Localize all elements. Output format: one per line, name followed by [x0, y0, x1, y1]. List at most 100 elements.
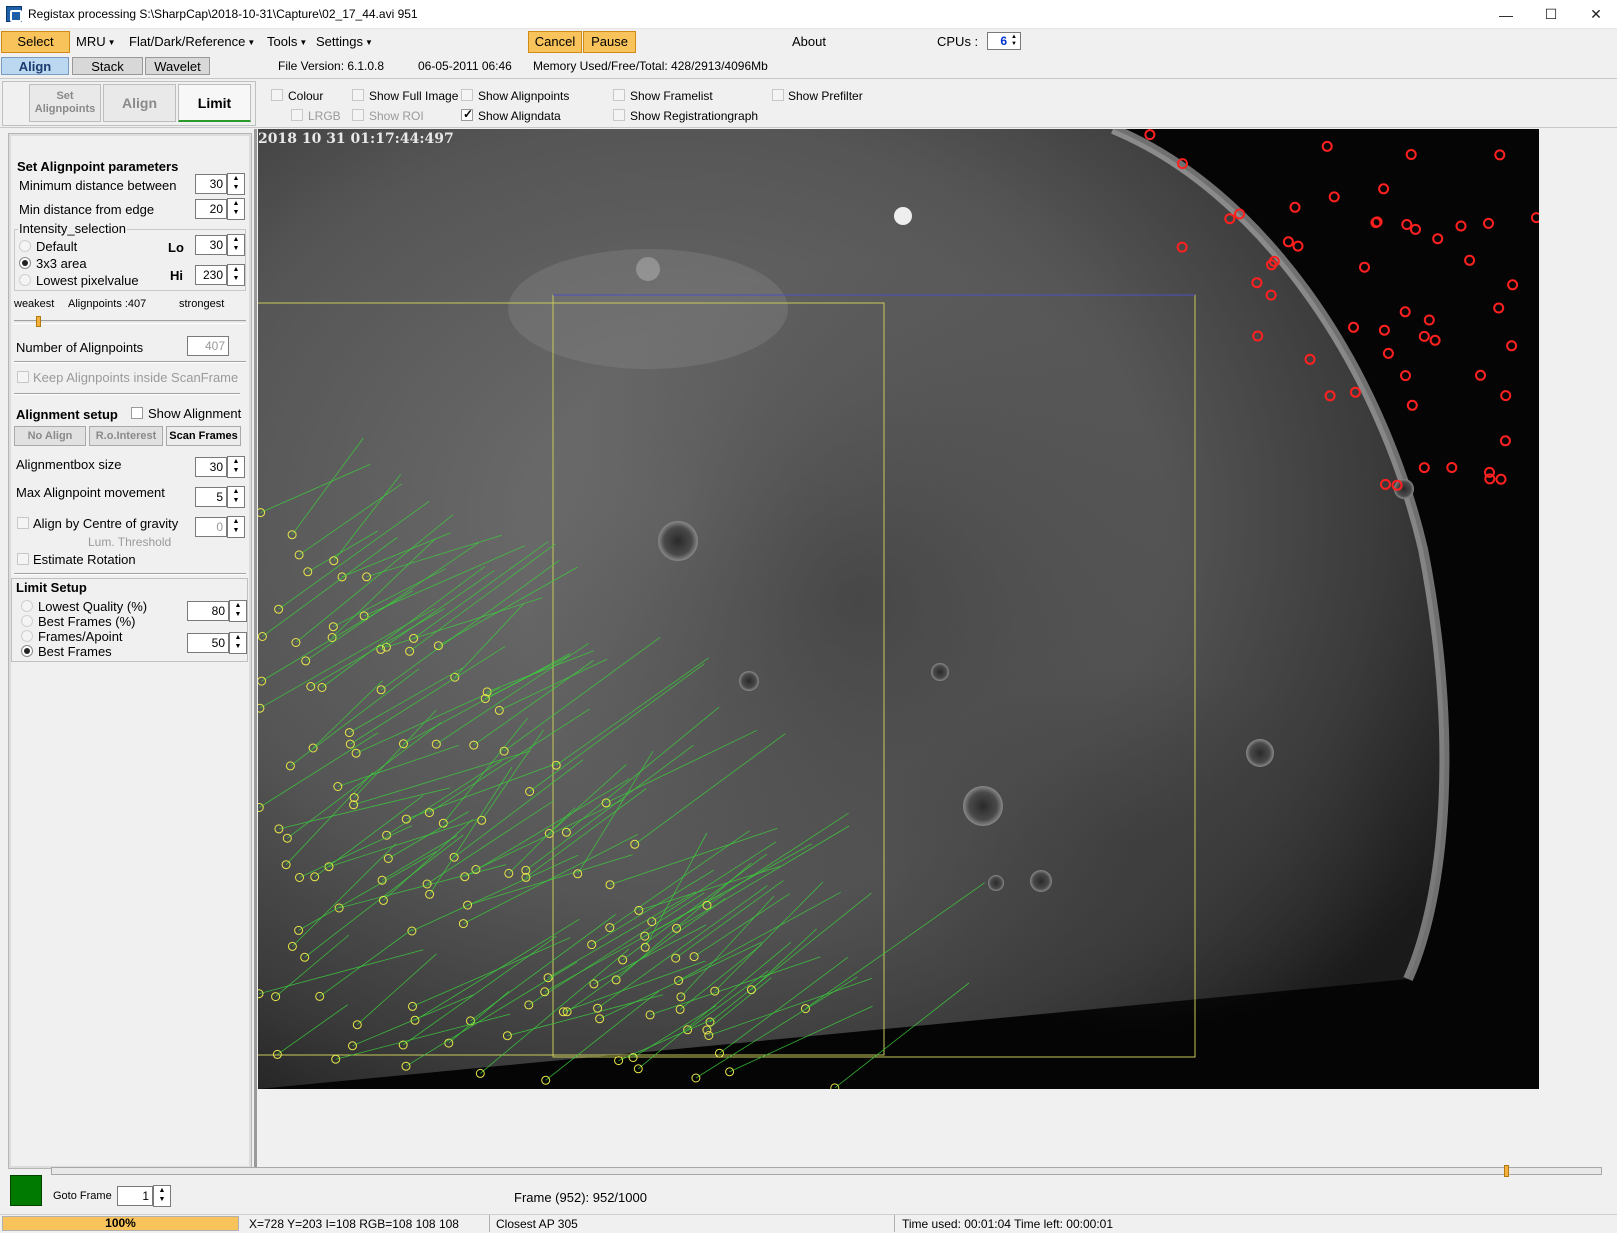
ro-interest-button[interactable]: R.o.Interest	[89, 426, 163, 446]
show-framelist-checkbox[interactable]	[613, 89, 625, 101]
menu-tools[interactable]: Tools ▼	[264, 32, 310, 52]
estimate-rotation-checkbox[interactable]	[17, 553, 29, 565]
min-edge-spin[interactable]: ▲ ▼	[227, 198, 245, 220]
lowest-pixel-radio[interactable]	[19, 274, 31, 286]
lowest-quality-radio[interactable]	[21, 600, 33, 612]
show-roi-checkbox[interactable]	[352, 109, 364, 121]
show-alignment-checkbox[interactable]	[131, 407, 143, 419]
lo-input[interactable]: 30	[195, 235, 227, 255]
lowest-quality-input[interactable]: 80	[187, 601, 229, 621]
image-viewport[interactable]: 2018 10 31 01:17:44:497	[258, 129, 1539, 1089]
default-radio[interactable]	[19, 240, 31, 252]
intensity-label: Intensity_selection	[18, 221, 127, 236]
tab-align[interactable]: Align	[1, 57, 69, 75]
menu-settings[interactable]: Settings ▼	[313, 32, 376, 52]
align-trace	[353, 750, 531, 806]
align-trace	[319, 928, 413, 997]
box-size-input[interactable]: 30	[195, 457, 227, 477]
menu-mru[interactable]: MRU ▼	[73, 32, 119, 52]
lo-spin[interactable]: ▲ ▼	[227, 234, 245, 256]
alignpoint-marker	[1429, 334, 1441, 346]
frame-slider-track[interactable]	[51, 1167, 1602, 1175]
keep-inside-checkbox[interactable]	[17, 371, 29, 383]
tab-stack[interactable]: Stack	[72, 57, 143, 75]
lum-threshold-spin[interactable]: ▲ ▼	[227, 516, 245, 538]
min-edge-label: Min distance from edge	[19, 202, 155, 217]
app-icon	[6, 6, 22, 22]
best-frames-pct-radio[interactable]	[21, 615, 33, 627]
alignpoint-marker	[1495, 473, 1507, 485]
align-trace	[403, 653, 571, 745]
status-divider	[489, 1215, 490, 1232]
strength-slider-thumb[interactable]	[36, 316, 41, 327]
select-button[interactable]: Select	[1, 31, 70, 53]
cpus-stepper[interactable]: 6 ▲ ▼	[987, 32, 1021, 50]
hi-input[interactable]: 230	[195, 265, 227, 285]
spin-arrows-icon[interactable]: ▲ ▼	[1009, 34, 1019, 48]
area-radio[interactable]	[19, 257, 31, 269]
default-label: Default	[36, 239, 78, 254]
min-distance-input[interactable]: 30	[195, 174, 227, 194]
align-trace	[328, 818, 480, 868]
alignpoint-marker	[1405, 149, 1417, 160]
align-trace	[525, 744, 694, 871]
show-alignpoints-checkbox[interactable]	[461, 89, 473, 101]
progress-label: 100%	[105, 1216, 136, 1230]
lowest-quality-label: Lowest Quality (%)	[38, 599, 148, 614]
set-alignpoints-button[interactable]: Set Alignpoints	[29, 84, 101, 122]
alignpoint-marker	[1399, 306, 1411, 318]
menu-about[interactable]: About	[789, 32, 829, 52]
lowest-quality-spin[interactable]: ▲ ▼	[229, 600, 247, 622]
box-size-spin[interactable]: ▲ ▼	[227, 456, 245, 478]
cpus-label: CPUs :	[937, 34, 979, 49]
no-align-button[interactable]: No Align	[14, 426, 86, 446]
scan-frames-button[interactable]: Scan Frames	[166, 426, 241, 446]
centre-gravity-checkbox[interactable]	[17, 517, 29, 529]
show-registrationgraph-checkbox[interactable]	[613, 109, 625, 121]
panel-splitter[interactable]	[254, 129, 257, 1169]
show-prefilter-checkbox[interactable]	[772, 89, 784, 101]
alignment-setup-title: Alignment setup	[16, 407, 118, 422]
align-trace	[412, 937, 571, 1007]
show-full-image-checkbox[interactable]	[352, 89, 364, 101]
min-edge-input[interactable]: 20	[195, 199, 227, 219]
align-trace	[307, 530, 379, 573]
min-distance-spin[interactable]: ▲ ▼	[227, 173, 245, 195]
alignpoint-marker	[1251, 277, 1263, 289]
limit-mode-button[interactable]: Limit	[178, 84, 251, 122]
frames-apoint-radio[interactable]	[21, 630, 33, 642]
lum-threshold-input[interactable]: 0	[195, 517, 227, 537]
tab-wavelet[interactable]: Wavelet	[145, 57, 210, 75]
goto-frame-input[interactable]: 1	[117, 1186, 153, 1206]
alignpoint-marker	[1506, 340, 1518, 352]
alignpoint-marker	[1348, 321, 1359, 333]
frame-slider-thumb[interactable]	[1504, 1165, 1509, 1177]
best-frames-input[interactable]: 50	[187, 633, 229, 653]
maximize-button[interactable]: ☐	[1528, 0, 1574, 29]
menu-flat-dark-reference[interactable]: Flat/Dark/Reference ▼	[126, 32, 258, 52]
minimize-button[interactable]: —	[1483, 0, 1529, 29]
alignpoint-marker	[725, 1067, 735, 1077]
alignpoint-marker	[1234, 208, 1245, 220]
cancel-button[interactable]: Cancel	[528, 31, 582, 53]
hi-spin[interactable]: ▲ ▼	[227, 264, 245, 286]
align-trace	[259, 732, 379, 808]
weakest-label: weakest	[14, 298, 55, 310]
best-frames-radio[interactable]	[21, 645, 33, 657]
align-trace	[436, 642, 589, 745]
alignpoint-marker	[1423, 314, 1435, 326]
lrgb-checkbox[interactable]	[291, 109, 303, 121]
align-mode-button[interactable]: Align	[103, 84, 176, 122]
best-frames-spin[interactable]: ▲ ▼	[229, 632, 247, 654]
memory-info: Memory Used/Free/Total: 428/2913/4096Mb	[533, 59, 768, 73]
alignpoints-count: Alignpoints :407	[68, 298, 147, 310]
goto-frame-spin[interactable]: ▲ ▼	[153, 1185, 171, 1207]
min-distance-label: Minimum distance between	[19, 178, 177, 193]
pause-button[interactable]: Pause	[583, 31, 636, 53]
max-move-spin[interactable]: ▲ ▼	[227, 486, 245, 508]
max-move-input[interactable]: 5	[195, 487, 227, 507]
show-aligndata-checkbox[interactable]	[461, 107, 473, 121]
strength-slider-track[interactable]	[14, 320, 246, 324]
close-button[interactable]: ✕	[1573, 0, 1617, 29]
colour-checkbox[interactable]	[271, 89, 283, 101]
